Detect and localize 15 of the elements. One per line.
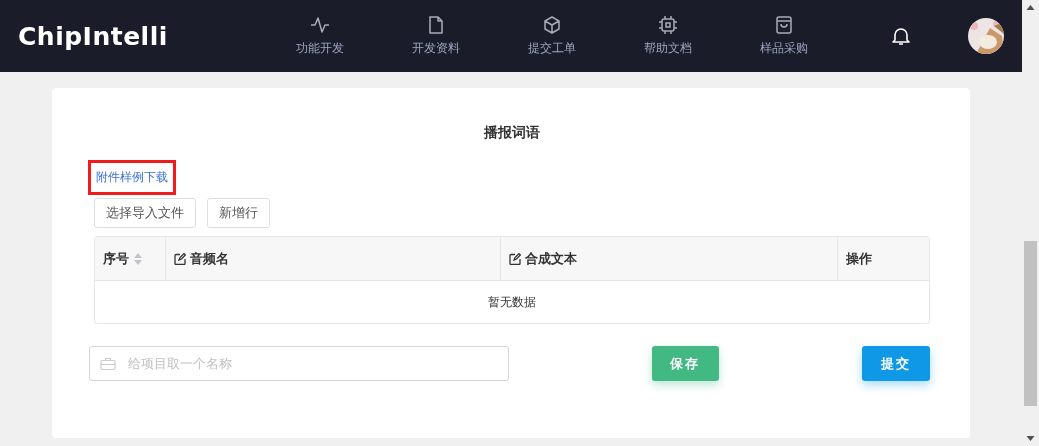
nav-item[interactable]: 开发资料: [398, 15, 473, 57]
toolbar-button[interactable]: 选择导入文件: [94, 198, 196, 228]
column-label: 合成文本: [525, 249, 577, 268]
nav-item[interactable]: 帮助文档: [630, 15, 705, 57]
empty-message: 暂无数据: [487, 293, 537, 311]
column-label: 操作: [846, 249, 872, 268]
toolbar-button[interactable]: 新增行: [207, 198, 270, 228]
download-link[interactable]: 附件样例下载: [88, 160, 176, 195]
logo[interactable]: ChipIntelli: [18, 21, 268, 51]
nav-item[interactable]: 功能开发: [282, 15, 357, 57]
nav-item[interactable]: 提交工单: [514, 15, 589, 57]
panel-title: 播报词语: [483, 124, 541, 142]
column-label: 音频名: [190, 249, 229, 268]
nav-item[interactable]: 样品采购: [746, 15, 821, 57]
column-label: 序号: [103, 249, 129, 268]
